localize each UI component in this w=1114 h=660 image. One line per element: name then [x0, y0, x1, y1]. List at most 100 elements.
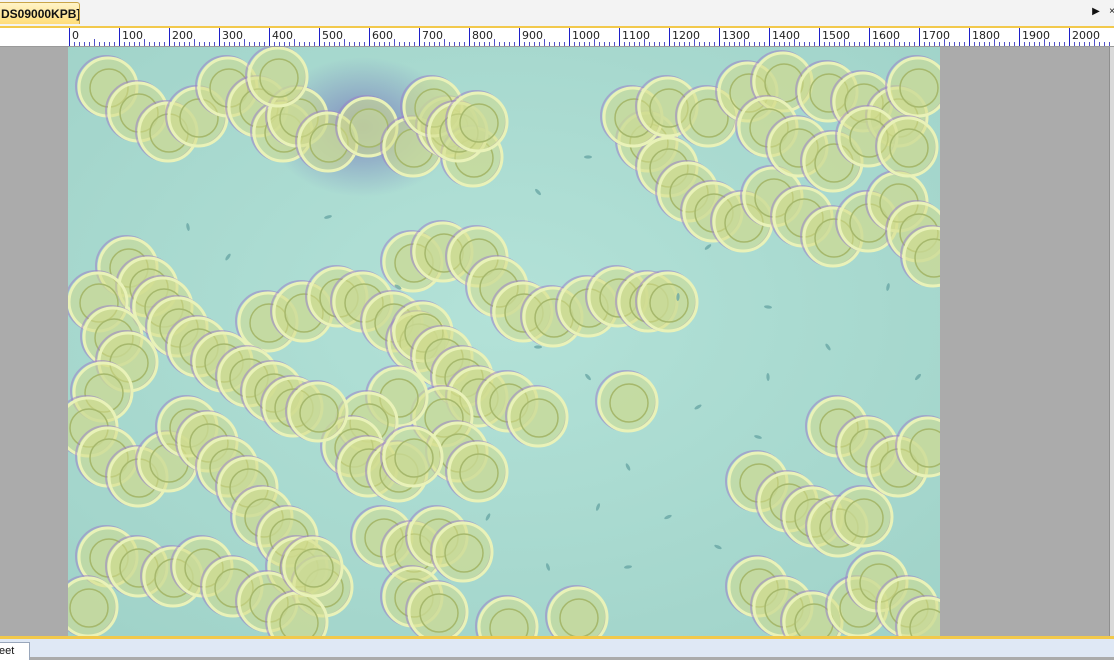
ruler-minor-tick	[459, 42, 460, 46]
ruler-minor-tick	[424, 42, 425, 46]
ruler-minor-tick	[339, 42, 340, 46]
ruler-minor-tick	[229, 42, 230, 46]
ruler-label: 200	[172, 29, 193, 42]
document-tab-label: DS09000KPB]	[1, 7, 80, 21]
tab-scroll-right-icon[interactable]: ▶	[1090, 5, 1102, 19]
ruler-label: 700	[422, 29, 443, 42]
ruler-minor-tick	[509, 42, 510, 46]
ruler-minor-tick	[1029, 42, 1030, 46]
ruler-minor-tick	[894, 39, 895, 46]
ruler-minor-tick	[859, 42, 860, 46]
ruler-minor-tick	[889, 42, 890, 46]
ruler-minor-tick	[199, 42, 200, 46]
ruler-minor-tick	[704, 42, 705, 46]
ruler-minor-tick	[1009, 42, 1010, 46]
ruler-label: 0	[72, 29, 79, 42]
ruler-minor-tick	[254, 42, 255, 46]
ruler-minor-tick	[399, 42, 400, 46]
ruler-minor-tick	[394, 39, 395, 46]
ruler-minor-tick	[1084, 42, 1085, 46]
ruler-minor-tick	[539, 42, 540, 46]
ruler-major-tick	[819, 28, 820, 46]
ruler-minor-tick	[434, 42, 435, 46]
ruler-minor-tick	[1099, 42, 1100, 46]
ruler-minor-tick	[1094, 39, 1095, 46]
ruler-minor-tick	[1064, 42, 1065, 46]
ruler-minor-tick	[709, 42, 710, 46]
ruler-minor-tick	[214, 42, 215, 46]
ruler-major-tick	[869, 28, 870, 46]
ruler-minor-tick	[849, 42, 850, 46]
ruler-minor-tick	[814, 42, 815, 46]
ruler-minor-tick	[804, 42, 805, 46]
blood-cell	[405, 580, 469, 636]
ruler-minor-tick	[479, 42, 480, 46]
ruler-label: 1000	[572, 29, 600, 42]
ruler-minor-tick	[389, 42, 390, 46]
ruler-minor-tick	[84, 42, 85, 46]
ruler-minor-tick	[584, 42, 585, 46]
ruler-minor-tick	[924, 42, 925, 46]
document-tab[interactable]: DS09000KPB]	[0, 2, 80, 24]
ruler-minor-tick	[289, 42, 290, 46]
sheet-tab[interactable]: eet	[0, 642, 30, 660]
ruler-label: 900	[522, 29, 543, 42]
ruler-minor-tick	[314, 42, 315, 46]
ruler-minor-tick	[1104, 42, 1105, 46]
platelet-speck	[584, 155, 592, 159]
ruler-minor-tick	[114, 42, 115, 46]
vertical-scrollbar[interactable]	[1109, 47, 1114, 636]
ruler-minor-tick	[1089, 42, 1090, 46]
ruler-minor-tick	[724, 42, 725, 46]
ruler-minor-tick	[589, 42, 590, 46]
blood-smear-picture	[68, 47, 940, 636]
ruler-minor-tick	[514, 42, 515, 46]
ruler-minor-tick	[739, 42, 740, 46]
ruler-minor-tick	[504, 42, 505, 46]
ruler-minor-tick	[1034, 42, 1035, 46]
ruler-minor-tick	[124, 42, 125, 46]
ruler-minor-tick	[694, 39, 695, 46]
ruler-minor-tick	[854, 42, 855, 46]
ruler-major-tick	[319, 28, 320, 46]
ruler-label: 1600	[872, 29, 900, 42]
ruler-minor-tick	[744, 39, 745, 46]
ruler-minor-tick	[554, 42, 555, 46]
ruler-minor-tick	[679, 42, 680, 46]
ruler-minor-tick	[599, 42, 600, 46]
ruler-major-tick	[769, 28, 770, 46]
ruler-minor-tick	[194, 39, 195, 46]
ruler-minor-tick	[829, 42, 830, 46]
ruler-minor-tick	[784, 42, 785, 46]
ruler-minor-tick	[234, 42, 235, 46]
ruler-minor-tick	[834, 42, 835, 46]
ruler-minor-tick	[634, 42, 635, 46]
ruler-minor-tick	[974, 42, 975, 46]
ruler-minor-tick	[959, 42, 960, 46]
ruler-minor-tick	[824, 42, 825, 46]
ruler-major-tick	[469, 28, 470, 46]
ruler-minor-tick	[109, 42, 110, 46]
ruler-minor-tick	[864, 42, 865, 46]
ruler-label: 2000	[1072, 29, 1100, 42]
ruler-minor-tick	[489, 42, 490, 46]
ruler-minor-tick	[1049, 42, 1050, 46]
ruler-minor-tick	[1079, 42, 1080, 46]
ruler-minor-tick	[649, 42, 650, 46]
blood-cell	[445, 440, 509, 503]
ruler-minor-tick	[629, 42, 630, 46]
ruler-minor-tick	[954, 42, 955, 46]
ruler-minor-tick	[934, 42, 935, 46]
ruler-minor-tick	[749, 42, 750, 46]
ruler-minor-tick	[439, 42, 440, 46]
ruler-minor-tick	[329, 42, 330, 46]
ruler-label: 100	[122, 29, 143, 42]
ruler-minor-tick	[274, 42, 275, 46]
ruler-minor-tick	[844, 39, 845, 46]
ruler-minor-tick	[449, 42, 450, 46]
ruler-minor-tick	[839, 42, 840, 46]
close-tab-icon[interactable]: ×	[1106, 5, 1114, 19]
ruler-label: 1100	[622, 29, 650, 42]
blood-cell	[875, 115, 939, 178]
ruler-minor-tick	[379, 42, 380, 46]
